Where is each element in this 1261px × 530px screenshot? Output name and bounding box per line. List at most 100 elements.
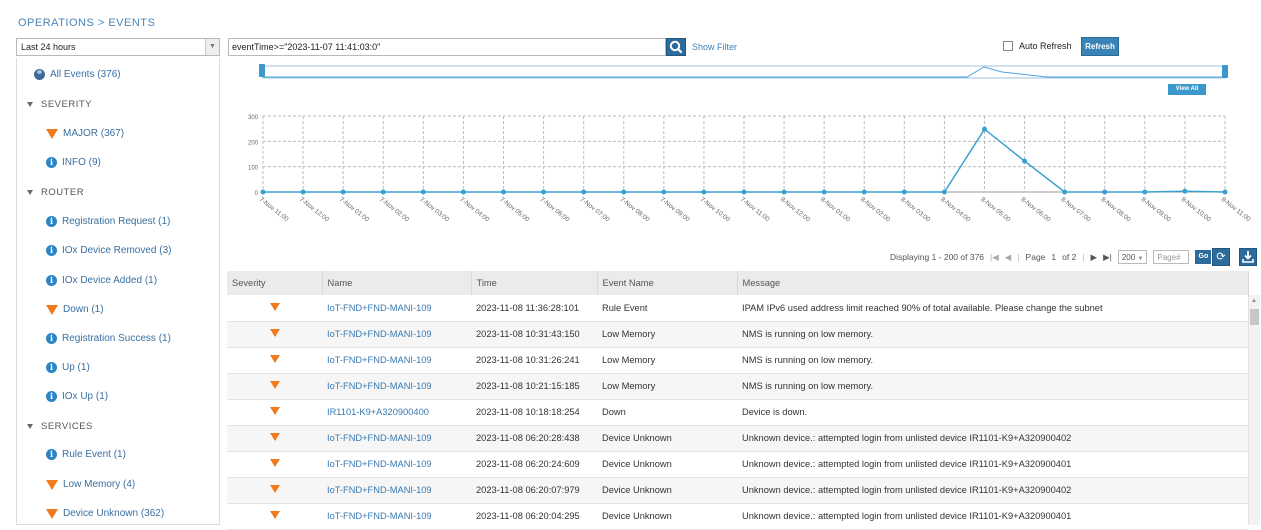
x-tick-label: 7-Nov 08:00 [619, 196, 652, 224]
table-row[interactable]: IoT-FND+FND-MANI-109 2023-11-08 10:21:15:… [227, 373, 1249, 400]
tree-item-registration-request[interactable]: i Registration Request (1) [46, 216, 170, 227]
table-row[interactable]: IoT-FND+FND-MANI-109 2023-11-08 06:20:28:… [227, 425, 1249, 452]
name-cell[interactable]: IoT-FND+FND-MANI-109 [322, 347, 471, 374]
table-row[interactable]: IoT-FND+FND-MANI-109 2023-11-08 10:31:26:… [227, 347, 1249, 374]
column-header-severity[interactable]: Severity [227, 271, 323, 295]
major-severity-icon [269, 485, 280, 493]
table-row[interactable]: IoT-FND+FND-MANI-109 2023-11-08 11:36:28:… [227, 295, 1249, 322]
table-row[interactable]: IoT-FND+FND-MANI-109 2023-11-08 10:31:43:… [227, 321, 1249, 348]
tree-item-label: IOx Device Removed (3) [62, 245, 172, 256]
severity-cell [227, 399, 322, 426]
prev-page-icon[interactable]: ◀ [1005, 252, 1012, 263]
info-icon: i [46, 157, 57, 168]
pager-of-label: of 2 [1062, 252, 1077, 262]
info-icon: i [46, 275, 57, 286]
tree-item-rule-event[interactable]: i Rule Event (1) [46, 449, 126, 460]
tree-item-all-events[interactable]: All Events (376) [34, 69, 121, 80]
tree-group-services[interactable]: SERVICES [27, 421, 93, 432]
x-tick-label: 8-Nov 12:00 [779, 196, 812, 224]
event-name-cell: Down [597, 399, 737, 426]
tree-item-info[interactable]: i INFO (9) [46, 157, 101, 168]
severity-cell [227, 503, 322, 530]
chevron-down-icon: ▼ [1137, 256, 1144, 262]
tree-item-down[interactable]: Down (1) [46, 304, 104, 315]
column-header-time[interactable]: Time [471, 271, 598, 295]
export-button[interactable] [1239, 248, 1257, 266]
data-point [941, 189, 947, 195]
data-point [1022, 158, 1028, 164]
tree-item-registration-success[interactable]: i Registration Success (1) [46, 333, 171, 344]
auto-refresh-toggle[interactable]: Auto Refresh [1003, 41, 1072, 51]
event-name-cell: Low Memory [597, 373, 737, 400]
tree-group-label: SERVICES [41, 421, 93, 432]
tree-group-severity[interactable]: SEVERITY [27, 99, 92, 110]
auto-refresh-checkbox[interactable] [1003, 41, 1013, 51]
x-tick-label: 7-Nov 10:00 [699, 196, 732, 224]
x-tick-label: 8-Nov 06:00 [1019, 196, 1052, 224]
message-cell: Unknown device.: attempted login from un… [737, 451, 1249, 478]
table-scrollbar[interactable]: ▲ [1248, 295, 1260, 525]
y-tick-label: 100 [248, 166, 259, 172]
first-page-icon[interactable]: |◀ [990, 252, 999, 263]
tree-item-iox-device-added[interactable]: i IOx Device Added (1) [46, 275, 157, 286]
tree-item-label: Low Memory (4) [63, 479, 136, 490]
tree-item-iox-up[interactable]: i IOx Up (1) [46, 391, 108, 402]
tree-item-iox-device-removed[interactable]: i IOx Device Removed (3) [46, 245, 171, 256]
time-range-select[interactable]: Last 24 hours ▼ [16, 38, 220, 56]
data-point [460, 189, 466, 195]
scrollbar-thumb[interactable] [1250, 309, 1259, 325]
name-cell[interactable]: IoT-FND+FND-MANI-109 [322, 451, 471, 478]
last-page-icon[interactable]: ▶| [1103, 252, 1112, 263]
table-row[interactable]: IoT-FND+FND-MANI-109 2023-11-08 06:20:24:… [227, 451, 1249, 478]
name-cell[interactable]: IR1101-K9+A320900400 [322, 399, 471, 426]
scroll-up-icon[interactable]: ▲ [1251, 298, 1257, 304]
y-tick-label: 300 [248, 115, 259, 121]
page-number-input[interactable]: Page# [1153, 250, 1190, 264]
table-row[interactable]: IoT-FND+FND-MANI-109 2023-11-08 06:20:07:… [227, 477, 1249, 504]
major-severity-icon [269, 407, 280, 415]
column-header-name[interactable]: Name [322, 271, 472, 295]
event-name-cell: Low Memory [597, 321, 737, 348]
message-cell: Unknown device.: attempted login from un… [737, 425, 1249, 452]
name-cell[interactable]: IoT-FND+FND-MANI-109 [322, 295, 471, 322]
tree-item-up[interactable]: i Up (1) [46, 362, 90, 373]
name-cell[interactable]: IoT-FND+FND-MANI-109 [322, 477, 471, 504]
next-page-icon[interactable]: ▶ [1091, 252, 1098, 263]
search-icon [669, 40, 683, 54]
message-cell: Unknown device.: attempted login from un… [737, 477, 1249, 504]
major-severity-icon [269, 459, 280, 467]
event-filter-tree: All Events (376) SEVERITY MAJOR (367) i … [16, 58, 220, 525]
search-button[interactable] [666, 38, 686, 56]
download-icon [1242, 251, 1254, 263]
show-filter-link[interactable]: Show Filter [692, 42, 737, 52]
name-cell[interactable]: IoT-FND+FND-MANI-109 [322, 425, 471, 452]
name-cell[interactable]: IoT-FND+FND-MANI-109 [322, 503, 471, 530]
column-header-event-name[interactable]: Event Name [597, 271, 738, 295]
query-input[interactable]: eventTime>="2023-11-07 11:41:03:0" [228, 38, 666, 56]
chevron-down-icon[interactable]: ▼ [205, 39, 219, 55]
data-point [260, 189, 266, 195]
query-value: eventTime>="2023-11-07 11:41:03:0" [232, 42, 381, 52]
table-row[interactable]: IoT-FND+FND-MANI-109 2023-11-08 06:20:04:… [227, 503, 1249, 530]
name-cell[interactable]: IoT-FND+FND-MANI-109 [322, 321, 471, 348]
tree-item-device-unknown[interactable]: Device Unknown (362) [46, 508, 164, 519]
tree-item-label: Rule Event (1) [62, 449, 126, 460]
data-point [621, 189, 627, 195]
go-button[interactable]: Go [1195, 250, 1212, 264]
message-cell: NMS is running on low memory. [737, 347, 1249, 374]
tree-item-major[interactable]: MAJOR (367) [46, 128, 124, 139]
data-point [861, 189, 867, 195]
page-size-select[interactable]: 200 ▼ [1117, 250, 1148, 264]
refresh-button[interactable]: Refresh [1081, 37, 1119, 56]
tree-group-router[interactable]: ROUTER [27, 187, 84, 198]
severity-cell [227, 373, 322, 400]
name-cell[interactable]: IoT-FND+FND-MANI-109 [322, 373, 471, 400]
tree-item-label: Up (1) [62, 362, 90, 373]
column-header-message[interactable]: Message [737, 271, 1249, 295]
tree-item-label: Registration Request (1) [62, 216, 171, 227]
tree-item-low-memory[interactable]: Low Memory (4) [46, 479, 135, 490]
table-row[interactable]: IR1101-K9+A320900400 2023-11-08 10:18:18:… [227, 399, 1249, 426]
x-tick-label: 8-Nov 05:00 [979, 196, 1012, 224]
time-cell: 2023-11-08 10:18:18:254 [471, 399, 597, 426]
reload-button[interactable]: ⟳ [1212, 248, 1230, 266]
